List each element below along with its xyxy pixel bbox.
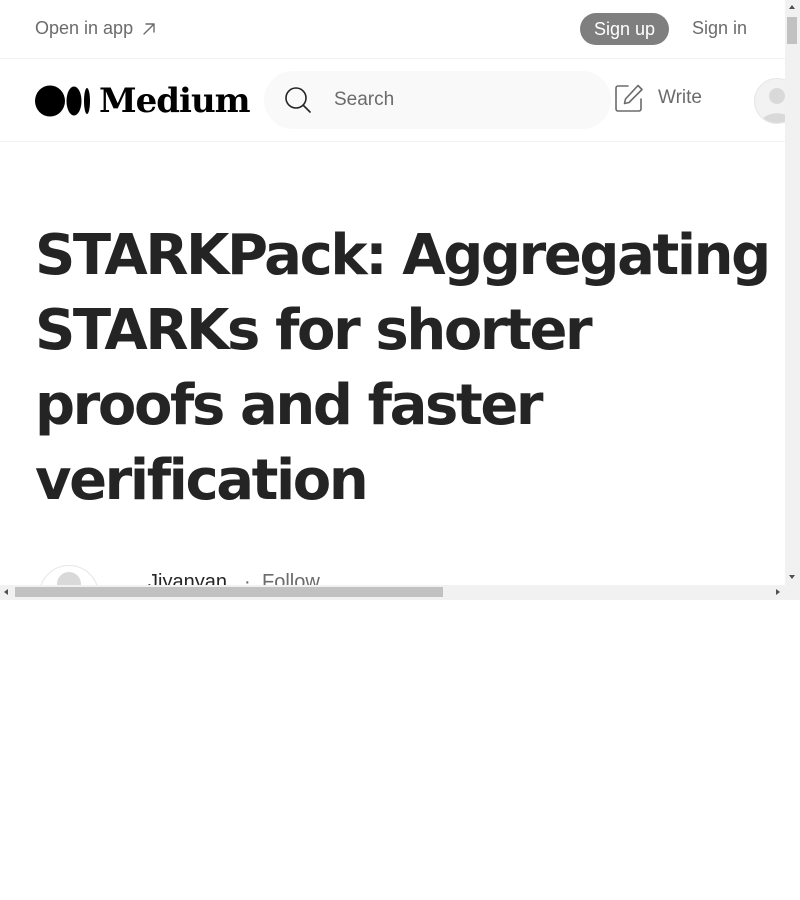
- medium-logo[interactable]: Medium: [35, 81, 251, 121]
- search-input[interactable]: [332, 88, 576, 112]
- open-in-app-label: Open in app: [35, 18, 134, 38]
- follow-button[interactable]: Follow: [262, 571, 320, 585]
- horizontal-scrollbar[interactable]: [0, 585, 785, 600]
- scrollbar-corner: [785, 585, 800, 600]
- arrow-up-right-icon: [143, 22, 155, 35]
- author-name[interactable]: Jiyanyan: [148, 571, 227, 585]
- write-icon: [615, 84, 643, 112]
- search-bar[interactable]: [264, 71, 611, 129]
- search-icon: [285, 87, 311, 113]
- page-content: Open in app Sign up Sign in Medium Searc…: [0, 0, 785, 585]
- author-avatar[interactable]: [39, 565, 99, 585]
- write-label: Write: [658, 87, 702, 108]
- sign-up-button[interactable]: Sign up: [580, 13, 669, 45]
- scroll-down-arrow-icon[interactable]: [789, 575, 795, 579]
- scroll-left-arrow-icon[interactable]: [4, 589, 8, 595]
- separator-dot: ·: [244, 571, 251, 585]
- scroll-up-arrow-icon[interactable]: [789, 5, 795, 9]
- article-title: STARKPack: Aggregating STARKs for shorte…: [35, 223, 771, 513]
- user-avatar-icon[interactable]: [754, 78, 785, 124]
- vertical-scroll-thumb[interactable]: [787, 17, 797, 44]
- logo-wordmark: Medium: [99, 81, 251, 121]
- write-button[interactable]: Write: [614, 83, 702, 113]
- horizontal-scroll-thumb[interactable]: [15, 587, 443, 597]
- user-silhouette-icon: [761, 88, 785, 123]
- medium-logo-mark-icon: [35, 85, 90, 117]
- author-silhouette-icon: [57, 572, 81, 585]
- author-row: Jiyanyan · Follow: [35, 565, 735, 585]
- open-in-app-link[interactable]: Open in app: [35, 18, 157, 39]
- scroll-right-arrow-icon[interactable]: [776, 589, 780, 595]
- top-bar: Open in app Sign up Sign in: [0, 0, 785, 59]
- vertical-scrollbar[interactable]: [785, 0, 800, 585]
- browser-viewport: Open in app Sign up Sign in Medium Searc…: [0, 0, 800, 600]
- site-header: Medium Write: [0, 59, 785, 142]
- sign-in-link[interactable]: Sign in: [692, 18, 747, 39]
